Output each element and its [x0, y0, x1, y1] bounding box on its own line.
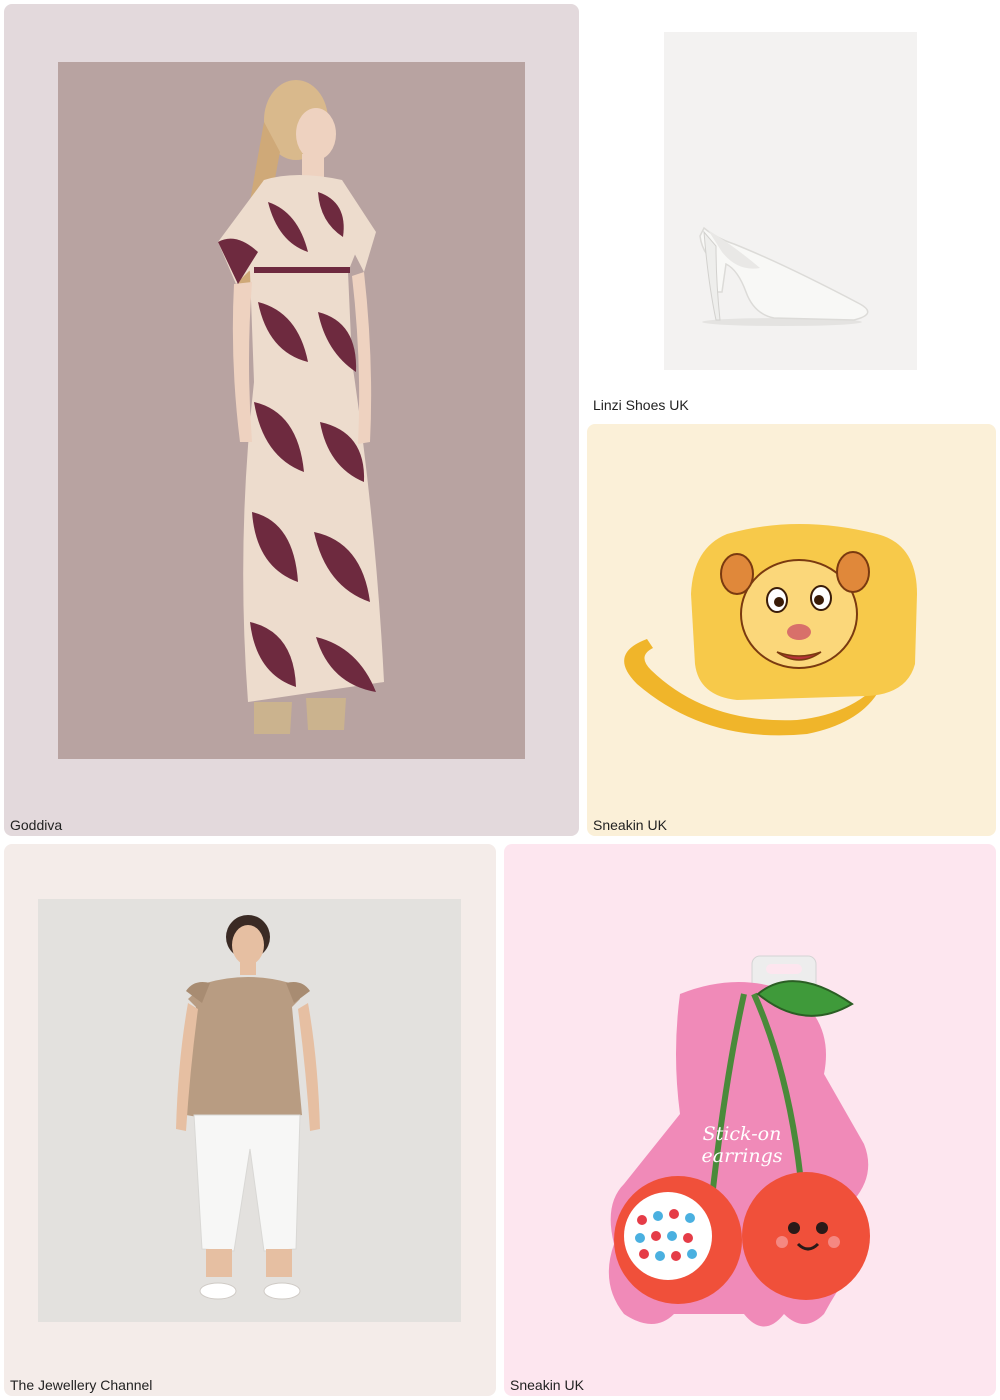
shoe-illustration — [699, 226, 869, 326]
brand-label[interactable]: Goddiva — [10, 816, 62, 834]
product-text-line1: Stick-on — [703, 1123, 782, 1145]
product-tile-linzi[interactable]: Linzi Shoes UK — [587, 4, 996, 416]
product-tile-jewellery-channel[interactable]: The Jewellery Channel — [4, 844, 496, 1396]
product-text-line2: earrings — [702, 1145, 783, 1167]
lion-bag-illustration — [624, 524, 917, 736]
brand-label[interactable]: The Jewellery Channel — [10, 1376, 152, 1394]
product-image-shoe[interactable] — [664, 32, 917, 370]
product-tile-sneakin-bag[interactable]: Sneakin UK — [587, 424, 996, 836]
product-image-top[interactable] — [38, 899, 461, 1322]
brand-label[interactable]: Sneakin UK — [593, 816, 667, 834]
product-tile-goddiva[interactable]: Goddiva — [4, 4, 579, 836]
dress-illustration — [218, 80, 384, 734]
cherry-earrings-illustration: Stick-on earrings — [608, 955, 870, 1327]
product-image-dress[interactable] — [58, 62, 525, 759]
brand-label[interactable]: Linzi Shoes UK — [593, 396, 689, 414]
top-illustration — [176, 915, 320, 1300]
brand-label[interactable]: Sneakin UK — [510, 1376, 584, 1394]
product-tile-sneakin-earrings[interactable]: Stick-on earrings Sneakin UK — [504, 844, 996, 1396]
product-grid: Goddiva Linzi Shoes UK Sneakin UK The Je… — [0, 0, 1000, 1400]
